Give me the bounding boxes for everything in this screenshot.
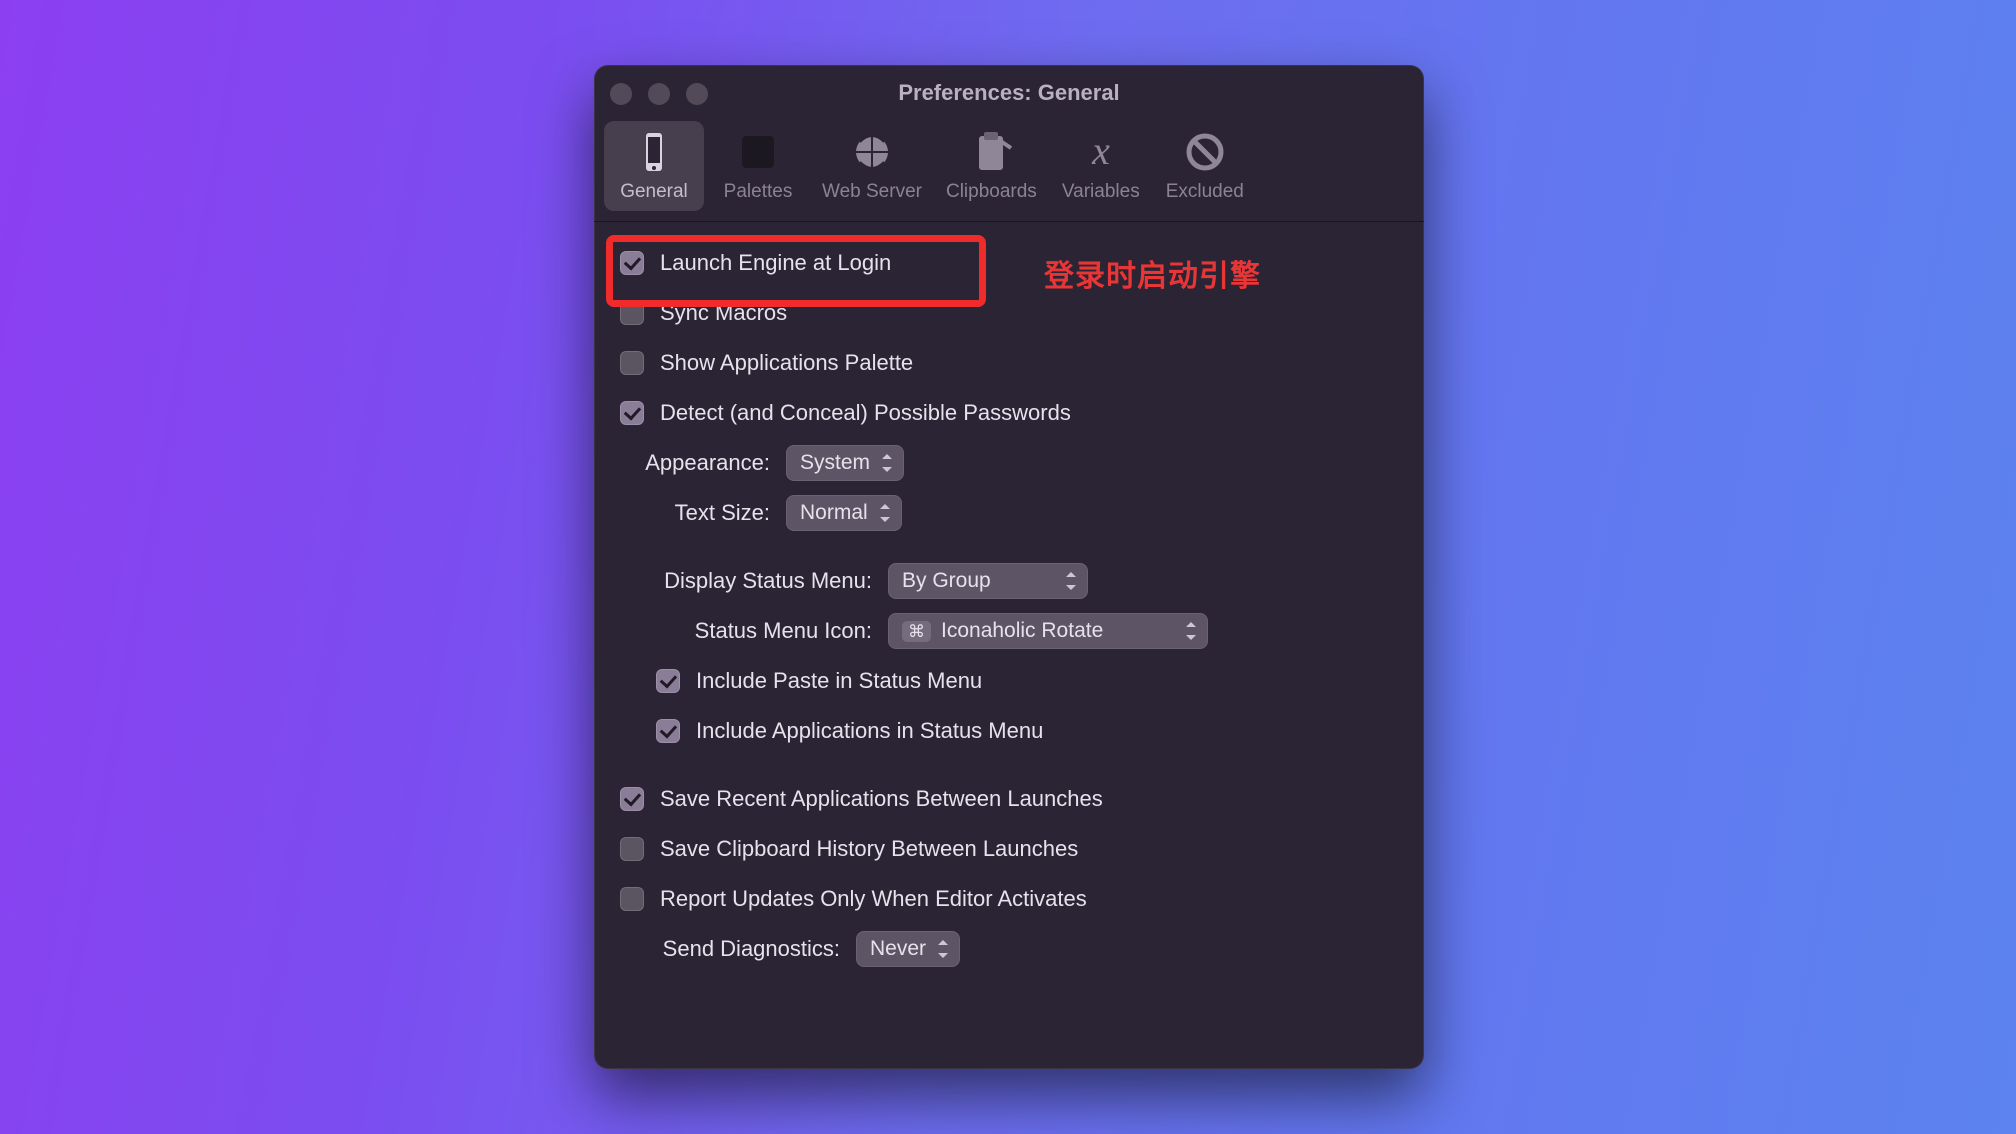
row-status-menu-icon: Status Menu Icon: ⌘ Iconaholic Rotate — [620, 608, 1398, 654]
tab-general[interactable]: General — [604, 121, 704, 211]
checkbox-label: Save Clipboard History Between Launches — [660, 836, 1078, 862]
row-text-size: Text Size: Normal — [620, 490, 1398, 536]
stepper-arrows-icon — [1066, 572, 1078, 590]
label-text-size: Text Size: — [620, 500, 770, 526]
phone-icon — [634, 127, 674, 177]
close-window-button[interactable] — [610, 83, 632, 105]
checkbox-detect-passwords[interactable] — [620, 401, 644, 425]
select-send-diagnostics[interactable]: Never — [856, 931, 960, 967]
tab-label: Variables — [1062, 181, 1140, 203]
label-display-status-menu: Display Status Menu: — [620, 568, 872, 594]
zoom-window-button[interactable] — [686, 83, 708, 105]
tab-label: Clipboards — [946, 181, 1037, 203]
stepper-arrows-icon — [938, 940, 950, 958]
command-key-icon: ⌘ — [902, 621, 931, 642]
row-include-apps: Include Applications in Status Menu — [620, 708, 1398, 754]
row-report-updates: Report Updates Only When Editor Activate… — [620, 876, 1398, 922]
label-status-menu-icon: Status Menu Icon: — [620, 618, 872, 644]
row-show-app-palette: Show Applications Palette — [620, 340, 1398, 386]
select-value: Normal — [800, 501, 868, 525]
row-save-clipboard-history: Save Clipboard History Between Launches — [620, 826, 1398, 872]
row-include-paste: Include Paste in Status Menu — [620, 658, 1398, 704]
checkbox-label: Detect (and Conceal) Possible Passwords — [660, 400, 1071, 426]
select-value: System — [800, 451, 870, 475]
checkbox-label: Report Updates Only When Editor Activate… — [660, 886, 1087, 912]
row-appearance: Appearance: System — [620, 440, 1398, 486]
row-detect-passwords: Detect (and Conceal) Possible Passwords — [620, 390, 1398, 436]
tab-variables[interactable]: x Variables — [1051, 121, 1151, 211]
select-value: By Group — [902, 569, 991, 593]
select-display-status-menu[interactable]: By Group — [888, 563, 1088, 599]
tab-web-server[interactable]: Web Server — [812, 121, 932, 211]
tab-label: Excluded — [1166, 181, 1244, 203]
checkbox-include-paste[interactable] — [656, 669, 680, 693]
annotation-text: 登录时启动引擎 — [1044, 251, 1261, 295]
preferences-content: Launch Engine at Login Sync Macros Show … — [594, 222, 1424, 1002]
clipboard-icon — [969, 127, 1013, 177]
globe-icon — [850, 127, 894, 177]
row-send-diagnostics: Send Diagnostics: Never — [620, 926, 1398, 972]
checkbox-include-apps[interactable] — [656, 719, 680, 743]
tab-label: General — [620, 181, 688, 203]
window-controls — [610, 83, 708, 105]
select-value: Iconaholic Rotate — [941, 619, 1103, 643]
select-value: Never — [870, 937, 926, 961]
checkbox-save-clipboard-history[interactable] — [620, 837, 644, 861]
select-appearance[interactable]: System — [786, 445, 904, 481]
variable-icon: x — [1076, 127, 1126, 177]
label-send-diagnostics: Send Diagnostics: — [620, 936, 840, 962]
checkbox-label: Save Recent Applications Between Launche… — [660, 786, 1103, 812]
stepper-arrows-icon — [880, 504, 892, 522]
checkbox-show-app-palette[interactable] — [620, 351, 644, 375]
tab-palettes[interactable]: Palettes — [708, 121, 808, 211]
checkbox-save-recent-apps[interactable] — [620, 787, 644, 811]
preferences-toolbar: General Palettes Web Server Clipboards x — [594, 121, 1424, 222]
tab-label: Web Server — [822, 181, 922, 203]
svg-text:x: x — [1091, 130, 1110, 173]
stepper-arrows-icon — [1186, 622, 1198, 640]
minimize-window-button[interactable] — [648, 83, 670, 105]
tab-clipboards[interactable]: Clipboards — [936, 121, 1047, 211]
tab-excluded[interactable]: Excluded — [1155, 121, 1255, 211]
checkbox-report-updates[interactable] — [620, 887, 644, 911]
select-text-size[interactable]: Normal — [786, 495, 902, 531]
row-save-recent-apps: Save Recent Applications Between Launche… — [620, 776, 1398, 822]
preferences-window: Preferences: General General Palettes We… — [594, 65, 1424, 1069]
stepper-arrows-icon — [882, 454, 894, 472]
select-status-menu-icon[interactable]: ⌘ Iconaholic Rotate — [888, 613, 1208, 649]
row-display-status-menu: Display Status Menu: By Group — [620, 558, 1398, 604]
label-appearance: Appearance: — [620, 450, 770, 476]
checkbox-label: Include Paste in Status Menu — [696, 668, 982, 694]
palette-icon — [736, 127, 780, 177]
excluded-icon — [1183, 127, 1227, 177]
titlebar: Preferences: General — [594, 65, 1424, 121]
checkbox-label: Show Applications Palette — [660, 350, 913, 376]
annotation-highlight-box — [606, 235, 986, 307]
checkbox-label: Include Applications in Status Menu — [696, 718, 1043, 744]
tab-label: Palettes — [724, 181, 793, 203]
window-title: Preferences: General — [898, 80, 1119, 106]
